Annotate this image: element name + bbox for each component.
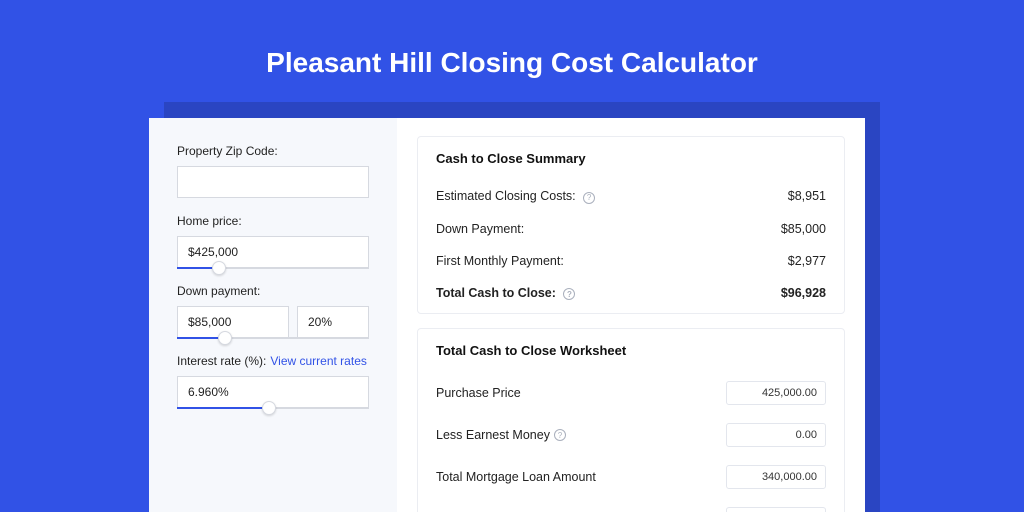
interest-label-text: Interest rate (%): (177, 354, 266, 368)
home-price-input[interactable] (177, 236, 369, 268)
summary-value: $8,951 (788, 189, 826, 203)
inputs-sidebar: Property Zip Code: Home price: Down paym… (149, 118, 397, 512)
worksheet-label: Less Earnest Money ? (436, 428, 566, 442)
page-title: Pleasant Hill Closing Cost Calculator (0, 0, 1024, 79)
worksheet-value[interactable] (726, 507, 826, 512)
worksheet-label: Purchase Price (436, 386, 521, 400)
interest-group: Interest rate (%): View current rates (177, 354, 369, 408)
down-payment-slider[interactable] (177, 306, 369, 338)
home-price-label: Home price: (177, 214, 369, 228)
interest-label: Interest rate (%): View current rates (177, 354, 369, 368)
slider-thumb[interactable] (218, 331, 232, 345)
down-payment-input[interactable] (177, 306, 289, 338)
worksheet-value[interactable]: 0.00 (726, 423, 826, 447)
summary-row-closing-costs: Estimated Closing Costs: ? $8,951 (436, 180, 826, 213)
summary-total-label: Total Cash to Close: ? (436, 286, 575, 301)
zip-group: Property Zip Code: (177, 144, 369, 198)
worksheet-heading: Total Cash to Close Worksheet (436, 343, 826, 358)
help-icon[interactable]: ? (583, 192, 595, 204)
summary-label: Estimated Closing Costs: ? (436, 189, 595, 204)
home-price-slider[interactable] (177, 236, 369, 268)
results-main: Cash to Close Summary Estimated Closing … (397, 118, 865, 512)
slider-thumb[interactable] (212, 261, 226, 275)
worksheet-card: Total Cash to Close Worksheet Purchase P… (417, 328, 845, 512)
summary-value: $85,000 (781, 222, 826, 236)
summary-label: First Monthly Payment: (436, 254, 564, 268)
summary-heading: Cash to Close Summary (436, 151, 826, 166)
summary-row-down-payment: Down Payment: $85,000 (436, 213, 826, 245)
view-rates-link[interactable]: View current rates (270, 354, 367, 368)
summary-value: $2,977 (788, 254, 826, 268)
summary-label-text: Estimated Closing Costs: (436, 189, 576, 203)
help-icon[interactable]: ? (554, 429, 566, 441)
worksheet-label: Total Mortgage Loan Amount (436, 470, 596, 484)
slider-thumb[interactable] (262, 401, 276, 415)
worksheet-row-mortgage-amount: Total Mortgage Loan Amount 340,000.00 (436, 456, 826, 498)
worksheet-value[interactable]: 425,000.00 (726, 381, 826, 405)
down-payment-pct-input[interactable] (297, 306, 369, 338)
worksheet-row-second-mortgage: Total Second Mortgage Amount ? (436, 498, 826, 512)
interest-slider[interactable] (177, 376, 369, 408)
summary-card: Cash to Close Summary Estimated Closing … (417, 136, 845, 314)
summary-row-total: Total Cash to Close: ? $96,928 (436, 277, 826, 310)
home-price-group: Home price: (177, 214, 369, 268)
zip-label: Property Zip Code: (177, 144, 369, 158)
zip-input[interactable] (177, 166, 369, 198)
worksheet-row-earnest-money: Less Earnest Money ? 0.00 (436, 414, 826, 456)
slider-fill (177, 407, 269, 409)
worksheet-label-text: Less Earnest Money (436, 428, 550, 442)
worksheet-row-purchase-price: Purchase Price 425,000.00 (436, 372, 826, 414)
summary-label: Down Payment: (436, 222, 524, 236)
worksheet-value[interactable]: 340,000.00 (726, 465, 826, 489)
summary-total-value: $96,928 (781, 286, 826, 300)
calculator-panel: Property Zip Code: Home price: Down paym… (149, 118, 865, 512)
down-payment-group: Down payment: (177, 284, 369, 338)
summary-total-label-text: Total Cash to Close: (436, 286, 556, 300)
down-payment-label: Down payment: (177, 284, 369, 298)
summary-row-first-payment: First Monthly Payment: $2,977 (436, 245, 826, 277)
help-icon[interactable]: ? (563, 288, 575, 300)
